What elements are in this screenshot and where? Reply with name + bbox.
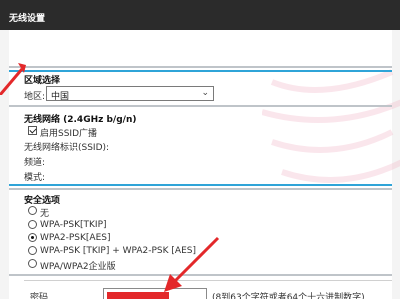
password-label: 密码: [30, 293, 49, 299]
region-select-value: 中国: [51, 92, 70, 102]
chevron-down-icon: ⌄: [201, 88, 209, 98]
divider: [9, 188, 392, 190]
security-option-wpa-psk-tkip-radio[interactable]: [28, 220, 37, 229]
divider-accent: [9, 184, 392, 186]
window-title: 无线设置: [9, 14, 46, 24]
background-pattern: [262, 69, 400, 183]
security-option-label: WPA2-PSK[AES]: [40, 233, 111, 243]
security-option-none-radio[interactable]: [28, 206, 37, 215]
window-titlebar: 无线设置: [0, 0, 400, 30]
divider-accent: [9, 70, 392, 72]
security-option-wpa2-psk-aes-radio[interactable]: [28, 233, 37, 242]
security-option-wpa-wpa2-mixed-radio[interactable]: [28, 246, 37, 255]
password-hint: (8到63个字符或者64个十六进制数字): [212, 293, 365, 299]
channel-label: 频道:: [24, 158, 46, 168]
ssid-broadcast-checkbox[interactable]: [28, 126, 37, 135]
region-select[interactable]: 中国 ⌄: [46, 86, 214, 102]
wireless-section-title: 无线网络 (2.4GHz b/g/n): [24, 115, 137, 125]
security-option-label: 无: [40, 209, 50, 219]
security-option-enterprise-radio[interactable]: [28, 259, 37, 268]
security-option-label: WPA-PSK[TKIP]: [40, 220, 107, 230]
ssid-broadcast-label: 启用SSID广播: [40, 129, 98, 139]
divider: [9, 105, 392, 107]
annotation-arrow-icon: [164, 236, 220, 292]
ssid-label: 无线网络标识(SSID):: [24, 143, 110, 153]
mode-label: 模式:: [24, 173, 46, 183]
security-section-title: 安全选项: [24, 196, 61, 206]
divider: [9, 66, 392, 68]
annotation-arrow-icon: [0, 63, 26, 95]
security-option-label: WPA/WPA2企业版: [40, 262, 116, 272]
